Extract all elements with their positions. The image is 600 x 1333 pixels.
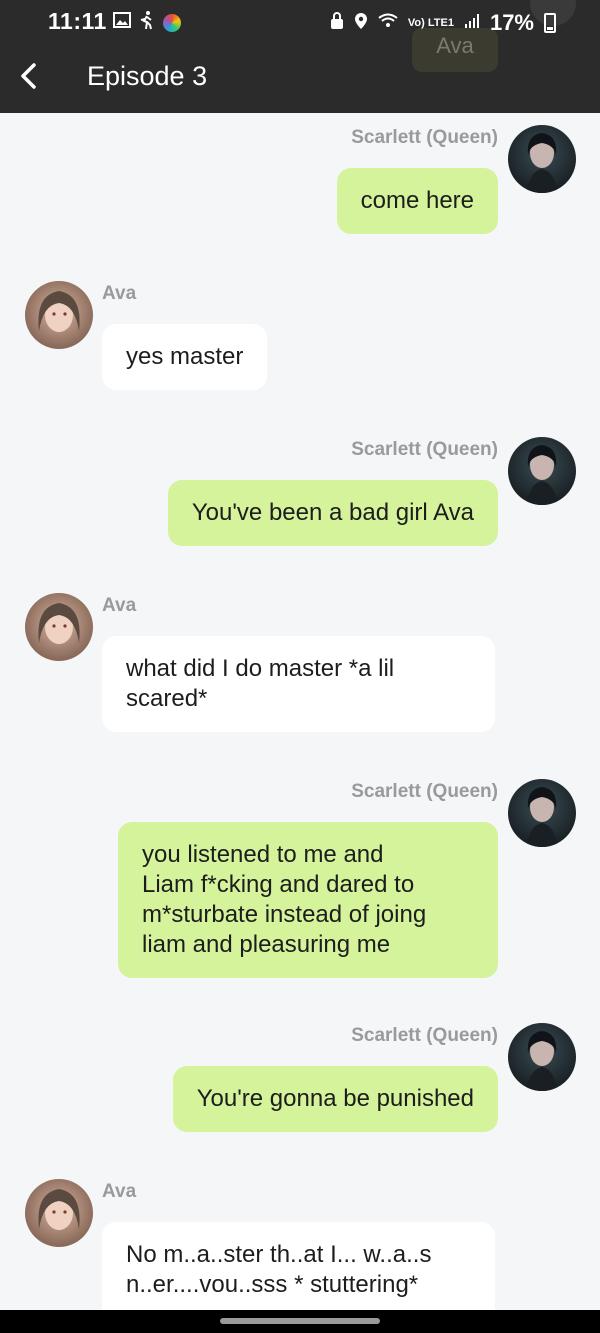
status-bar: 11:11 Vo) LTE1 17% — [0, 0, 600, 44]
sender-name: Scarlett (Queen) — [351, 1025, 498, 1046]
status-time: 11:11 — [48, 8, 107, 34]
top-bar: Ava 11:11 Vo) LTE1 17% Episode 3 — [0, 0, 600, 113]
avatar-ava[interactable] — [25, 281, 93, 349]
walking-icon — [139, 10, 155, 35]
message-bubble-outgoing[interactable]: you listened to me and Liam f*cking and … — [118, 822, 498, 978]
sender-name: Ava — [102, 595, 137, 616]
location-icon — [354, 12, 368, 35]
lock-icon — [330, 11, 344, 35]
message-bubble-incoming[interactable]: yes master — [102, 324, 268, 390]
avatar-ava[interactable] — [25, 1179, 93, 1247]
home-indicator[interactable] — [220, 1318, 380, 1324]
gallery-icon — [113, 11, 131, 34]
message-bubble-incoming[interactable]: what did I do master *a lil scared* — [102, 636, 495, 732]
status-icons-right: Vo) LTE1 17% — [330, 10, 556, 36]
message-bubble-incoming[interactable]: No m..a..ster th..at I... w..a..s n..er.… — [102, 1222, 495, 1310]
sender-name: Scarlett (Queen) — [351, 781, 498, 802]
avatar-ava[interactable] — [25, 593, 93, 661]
wifi-icon — [378, 12, 398, 34]
battery-percent: 17% — [489, 10, 534, 35]
battery-icon — [544, 13, 556, 33]
avatar-scarlett[interactable] — [508, 437, 576, 505]
app-color-icon — [163, 13, 181, 32]
message-bubble-outgoing[interactable]: come here — [336, 168, 498, 234]
sender-name: Scarlett (Queen) — [351, 439, 498, 460]
app-bar: Episode 3 — [0, 44, 600, 113]
message-line: you listened to me and — [142, 841, 384, 868]
message-line: liam and pleasuring me — [142, 931, 391, 958]
sender-name: Ava — [102, 283, 137, 304]
avatar-scarlett[interactable] — [508, 779, 576, 847]
avatar-scarlett[interactable] — [508, 125, 576, 193]
sender-name: Ava — [102, 1181, 137, 1202]
sender-name: Scarlett (Queen) — [351, 127, 498, 148]
chat-list[interactable]: Scarlett (Queen) come here Ava yes maste… — [0, 113, 600, 1310]
signal-icon — [464, 12, 480, 34]
status-icons-left — [113, 10, 181, 35]
message-line: m*sturbate instead of joing — [142, 901, 427, 928]
message-line: Liam f*cking and dared to — [142, 871, 415, 898]
page-title: Episode 3 — [87, 61, 208, 91]
message-line: what did I do master *a lil — [126, 655, 395, 682]
back-button[interactable] — [10, 56, 46, 96]
avatar-scarlett[interactable] — [508, 1023, 576, 1091]
message-bubble-outgoing[interactable]: You've been a bad girl Ava — [167, 480, 498, 546]
message-line: n..er....vou..sss * stuttering* — [126, 1271, 419, 1298]
chevron-left-icon — [21, 63, 36, 89]
message-line: scared* — [126, 685, 208, 712]
network-type: Vo) LTE1 — [407, 16, 454, 29]
message-line: No m..a..ster th..at I... w..a..s — [126, 1241, 432, 1268]
message-bubble-outgoing[interactable]: You're gonna be punished — [172, 1066, 498, 1132]
